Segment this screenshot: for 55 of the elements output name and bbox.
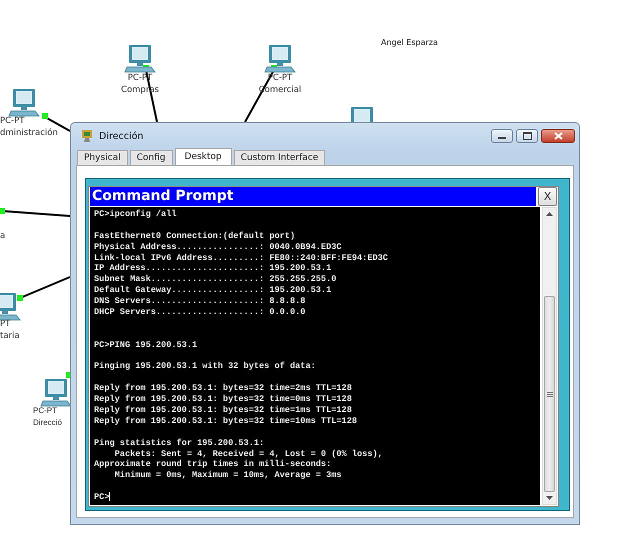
device-name-label: dministración bbox=[0, 127, 58, 139]
terminal-line: Default Gateway.................: 195.200.53.1 bbox=[94, 285, 332, 296]
computer-icon[interactable] bbox=[124, 44, 156, 74]
grip-icon bbox=[546, 392, 552, 397]
terminal-line: DHCP Servers....................: 0.0.0.0 bbox=[94, 307, 306, 318]
terminal-line: Subnet Mask.....................: 255.255.255.0 bbox=[94, 274, 336, 286]
tab[interactable]: Custom Interface bbox=[234, 150, 326, 165]
scroll-up-icon[interactable] bbox=[546, 212, 553, 216]
terminal-line: PC>ipconfig /all bbox=[94, 209, 177, 220]
device-type-label: PC-PT bbox=[0, 115, 24, 127]
close-button[interactable] bbox=[541, 129, 575, 143]
terminal-line: Link-local IPv6 Address.........: FE80::240:BFF:FE94:ED3C bbox=[94, 252, 388, 264]
link-light bbox=[0, 208, 5, 214]
scroll-down-icon[interactable] bbox=[546, 496, 553, 500]
terminal-line: Packets: Sent = 4, Received = 4, Lost = 0 (0% loss), bbox=[114, 448, 383, 460]
scrollbar-thumb[interactable] bbox=[544, 296, 555, 492]
tab[interactable]: Config bbox=[130, 150, 173, 165]
terminal-line: Ping statistics for 195.200.53.1: bbox=[94, 438, 264, 449]
device-name-label: Direcció bbox=[33, 417, 62, 429]
terminal-line: IP Address......................: 195.200.53.1 bbox=[94, 263, 332, 274]
window-title: Dirección bbox=[99, 130, 144, 142]
terminal-line: FastEthernet0 Connection:(default port) bbox=[94, 230, 296, 242]
minimize-icon bbox=[498, 137, 506, 139]
close-icon bbox=[554, 132, 562, 140]
link-light bbox=[66, 372, 70, 378]
maximize-button[interactable] bbox=[516, 129, 538, 143]
terminal-line: Approximate round trip times in milli-seconds: bbox=[94, 459, 332, 470]
tab[interactable]: Physical bbox=[77, 150, 128, 165]
device-type-label: PC-PT bbox=[33, 405, 57, 417]
maximize-icon bbox=[522, 132, 532, 140]
link-light bbox=[42, 113, 48, 119]
prompt-line[interactable]: PC> bbox=[94, 492, 110, 504]
terminal-line: Minimum = 0ms, Maximum = 10ms, Average = 3ms bbox=[114, 470, 342, 482]
close-button[interactable]: X bbox=[538, 187, 557, 206]
author-label: Angel Esparza bbox=[381, 38, 438, 47]
tab[interactable]: Desktop bbox=[174, 148, 232, 165]
scrollbar[interactable] bbox=[542, 207, 557, 506]
terminal-line: Reply from 195.200.53.1: bytes=32 time=1ms TTL=128 bbox=[94, 405, 352, 416]
terminal-line: Physical Address................: 0040.0B94.ED3C bbox=[94, 242, 342, 253]
terminal-line: PC>PING 195.200.53.1 bbox=[94, 340, 198, 351]
command-prompt-title: Command Prompt bbox=[90, 187, 536, 206]
terminal-line: Pinging 195.200.53.1 with 32 bytes of data: bbox=[94, 361, 316, 372]
app-icon bbox=[81, 129, 95, 143]
terminal-line: DNS Servers.....................: 8.8.8.8 bbox=[94, 296, 306, 308]
device-name-label: a bbox=[0, 230, 6, 242]
device-type-label: PT bbox=[0, 318, 10, 330]
computer-icon[interactable] bbox=[264, 44, 296, 74]
terminal-line: Reply from 195.200.53.1: bytes=32 time=2ms TTL=128 bbox=[94, 383, 352, 394]
computer-icon[interactable] bbox=[40, 378, 72, 408]
terminal-line: Reply from 195.200.53.1: bytes=32 time=10ms TTL=128 bbox=[94, 416, 358, 427]
device-name-label: taria bbox=[0, 330, 20, 342]
computer-icon[interactable] bbox=[8, 88, 40, 118]
link-light bbox=[17, 295, 23, 301]
terminal-line: Reply from 195.200.53.1: bytes=32 time=0ms TTL=128 bbox=[94, 394, 352, 406]
minimize-button[interactable] bbox=[491, 129, 513, 143]
